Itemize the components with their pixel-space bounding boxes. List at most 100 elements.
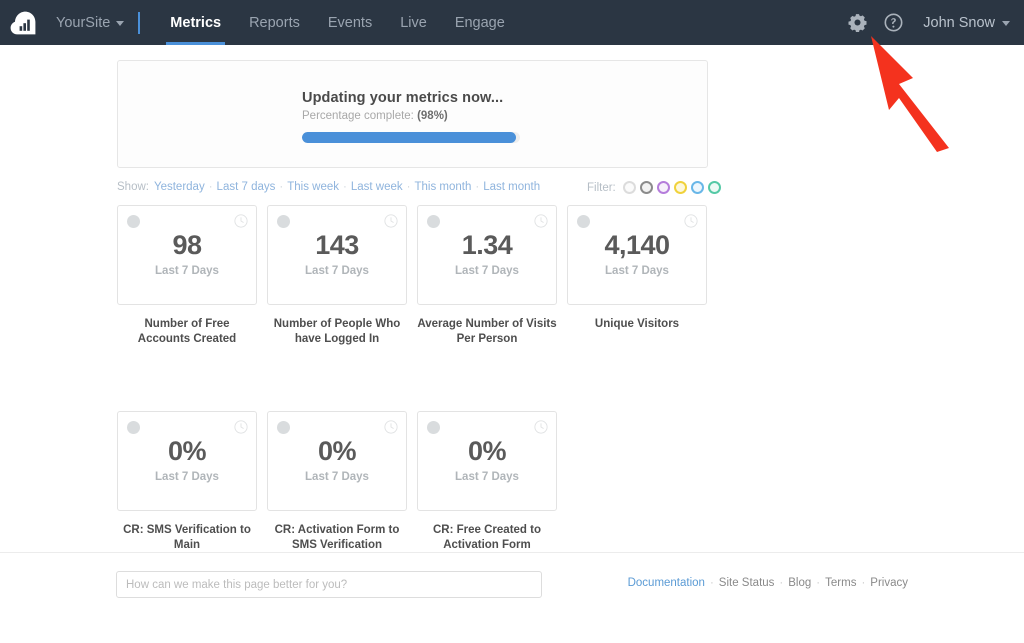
metric-cell: 0% Last 7 Days CR: Activation Form to SM…	[267, 411, 407, 553]
footer-link-blog[interactable]: Blog	[788, 577, 811, 589]
metric-caption: Number of People Who have Logged In	[273, 318, 401, 345]
site-selector-label: YourSite	[56, 14, 111, 31]
date-range-filter: Show: Yesterday · Last 7 days · This wee…	[117, 181, 540, 193]
tab-events-label: Events	[327, 14, 373, 31]
status-dot-icon	[427, 421, 440, 434]
metric-cards-area: 98 Last 7 Days Number of Free Accounts C…	[117, 205, 917, 553]
metric-period: Last 7 Days	[305, 265, 369, 277]
metric-card-cr-free-to-activation[interactable]: 0% Last 7 Days	[417, 411, 557, 511]
separator: ·	[861, 577, 866, 589]
metric-period: Last 7 Days	[605, 265, 669, 277]
separator: ·	[406, 181, 411, 193]
clock-icon	[534, 420, 548, 434]
filter-dot-teal[interactable]	[707, 181, 721, 194]
show-option-last-week[interactable]: Last week	[351, 181, 403, 193]
progress-bar-fill	[302, 132, 516, 143]
metric-caption: CR: Free Created to Activation Form	[433, 524, 541, 551]
metric-value: 98	[172, 230, 202, 260]
separator: ·	[779, 577, 784, 589]
metric-caption: CR: Activation Form to SMS Verification	[274, 524, 400, 551]
metric-card-free-accounts[interactable]: 98 Last 7 Days	[117, 205, 257, 305]
status-dot-icon	[277, 421, 290, 434]
separator: ·	[475, 181, 480, 193]
tab-reports-label: Reports	[249, 14, 300, 31]
navbar-divider	[138, 11, 141, 34]
tab-live[interactable]: Live	[386, 0, 441, 45]
separator: ·	[279, 181, 284, 193]
footer-link-documentation[interactable]: Documentation	[628, 577, 705, 589]
percentage-complete-label: Percentage complete:	[302, 110, 414, 122]
metric-cell: 1.34 Last 7 Days Average Number of Visit…	[417, 205, 557, 347]
metric-period: Last 7 Days	[455, 471, 519, 483]
user-name-label: John Snow	[923, 14, 995, 31]
show-option-last-7-days[interactable]: Last 7 days	[217, 181, 276, 193]
footer-links: Documentation · Site Status · Blog · Ter…	[628, 577, 908, 589]
color-filter-group: Filter:	[587, 181, 725, 194]
updating-title: Updating your metrics now...	[302, 90, 504, 106]
metric-card-visits-per-person[interactable]: 1.34 Last 7 Days	[417, 205, 557, 305]
clock-icon	[234, 420, 248, 434]
top-navbar: YourSite Metrics Reports Events Live Eng…	[0, 0, 1024, 45]
filter-dot-white[interactable]	[622, 181, 636, 194]
chevron-down-icon	[1002, 21, 1010, 26]
metric-value: 0%	[467, 436, 507, 466]
filter-dot-gray[interactable]	[639, 181, 653, 194]
metric-value: 143	[315, 230, 359, 260]
metric-cell: 143 Last 7 Days Number of People Who hav…	[267, 205, 407, 347]
metric-caption: CR: SMS Verification to Main	[123, 524, 251, 551]
separator: ·	[709, 577, 714, 589]
show-option-this-week[interactable]: This week	[287, 181, 339, 193]
metric-period: Last 7 Days	[455, 265, 519, 277]
footer-link-terms[interactable]: Terms	[825, 577, 856, 589]
help-circle-icon	[884, 13, 903, 32]
tab-reports[interactable]: Reports	[235, 0, 314, 45]
metric-cell: 0% Last 7 Days CR: SMS Verification to M…	[117, 411, 257, 553]
metric-card-cr-activation-to-sms[interactable]: 0% Last 7 Days	[267, 411, 407, 511]
red-pointer-arrow	[871, 36, 949, 152]
separator: ·	[816, 577, 821, 589]
show-option-this-month[interactable]: This month	[414, 181, 471, 193]
status-dot-icon	[277, 215, 290, 228]
separator: ·	[208, 181, 213, 193]
footer-link-site-status[interactable]: Site Status	[719, 577, 775, 589]
feedback-input[interactable]	[116, 571, 542, 598]
filter-dot-purple[interactable]	[656, 181, 670, 194]
app-logo[interactable]	[0, 0, 46, 45]
settings-button[interactable]	[839, 0, 875, 45]
help-button[interactable]	[875, 0, 911, 45]
page-root: YourSite Metrics Reports Events Live Eng…	[0, 0, 1024, 643]
footer-link-privacy[interactable]: Privacy	[870, 577, 908, 589]
metric-caption: Unique Visitors	[594, 318, 680, 330]
clock-icon	[234, 214, 248, 228]
filter-label: Filter:	[587, 181, 616, 194]
metric-cell: 98 Last 7 Days Number of Free Accounts C…	[117, 205, 257, 347]
user-menu[interactable]: John Snow	[911, 15, 1010, 31]
tab-engage[interactable]: Engage	[441, 0, 519, 45]
metric-card-logged-in[interactable]: 143 Last 7 Days	[267, 205, 407, 305]
show-option-last-month[interactable]: Last month	[483, 181, 540, 193]
metric-value: 0%	[167, 436, 207, 466]
tab-events[interactable]: Events	[314, 0, 386, 45]
metric-value: 0%	[317, 436, 357, 466]
metric-caption: Number of Free Accounts Created	[137, 318, 237, 345]
status-dot-icon	[127, 421, 140, 434]
metric-card-unique-visitors[interactable]: 4,140 Last 7 Days	[567, 205, 707, 305]
metric-value: 1.34	[461, 230, 513, 260]
updating-subtitle: Percentage complete: (98%)	[302, 110, 662, 122]
status-dot-icon	[127, 215, 140, 228]
tab-metrics-label: Metrics	[170, 14, 222, 31]
filter-dot-yellow[interactable]	[673, 181, 687, 194]
metric-row-2: 0% Last 7 Days CR: SMS Verification to M…	[117, 411, 917, 553]
status-dot-icon	[577, 215, 590, 228]
cloud-bar-chart-logo-icon	[10, 11, 36, 34]
clock-icon	[384, 420, 398, 434]
metric-period: Last 7 Days	[155, 265, 219, 277]
filter-dot-blue[interactable]	[690, 181, 704, 194]
show-option-yesterday[interactable]: Yesterday	[154, 181, 205, 193]
site-selector[interactable]: YourSite	[46, 0, 138, 45]
footer-divider	[0, 552, 1024, 553]
metric-card-cr-sms-to-main[interactable]: 0% Last 7 Days	[117, 411, 257, 511]
clock-icon	[384, 214, 398, 228]
separator: ·	[343, 181, 347, 193]
tab-metrics[interactable]: Metrics	[156, 0, 235, 45]
